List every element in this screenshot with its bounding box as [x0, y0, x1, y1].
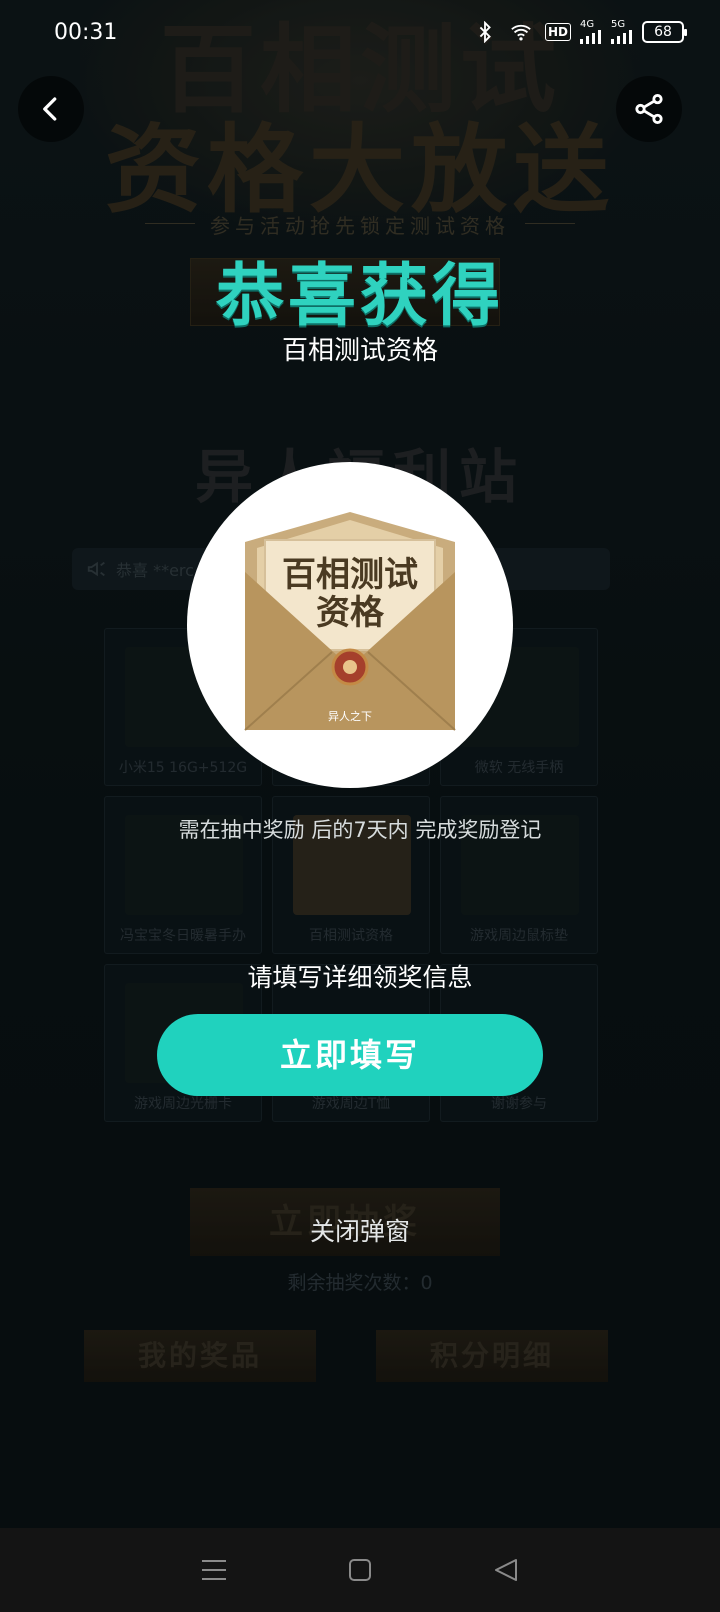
bluetooth-icon — [479, 21, 491, 43]
signal-4g: 4G — [580, 20, 602, 44]
fill-now-button[interactable]: 立即填写 — [157, 1014, 543, 1096]
envelope-text-line2: 资格 — [316, 593, 385, 633]
battery-indicator: 68 — [642, 21, 687, 43]
net1-label: 4G — [580, 19, 595, 30]
menu-icon — [202, 1560, 226, 1580]
system-nav-bar — [0, 1528, 720, 1612]
menu-nav-button[interactable] — [200, 1556, 228, 1584]
status-time: 00:31 — [54, 19, 118, 45]
fill-info-tip: 请填写详细领奖信息 — [247, 963, 473, 992]
status-icons: HD 4G 5G 68 — [473, 20, 687, 44]
wifi-icon — [511, 24, 531, 41]
modal-title: 恭喜获得 — [215, 257, 504, 336]
claim-notice: 需在抽中奖励 后的7天内 完成奖励登记 — [178, 818, 542, 842]
share-icon — [635, 93, 663, 125]
signal-bars-icon — [611, 30, 632, 44]
back-triangle-icon — [495, 1559, 517, 1581]
signal-5g: 5G — [611, 20, 633, 44]
prize-image-circle: 百相测试 资格 异人之下 — [187, 462, 513, 788]
envelope-icon: 百相测试 资格 异人之下 — [244, 512, 456, 731]
modal-prize-name: 百相测试资格 — [281, 336, 438, 366]
home-square-icon — [349, 1559, 371, 1581]
home-nav-button[interactable] — [346, 1556, 374, 1584]
signal-bars-icon — [580, 30, 601, 44]
share-button[interactable] — [616, 76, 682, 142]
envelope-seal-text: 异人之下 — [328, 709, 372, 723]
envelope-text-line1: 百相测试 — [282, 555, 418, 595]
back-button[interactable] — [18, 76, 84, 142]
close-modal-button[interactable]: 关闭弹窗 — [0, 1212, 720, 1248]
chevron-left-icon — [43, 97, 57, 121]
status-bar: 00:31 HD 4G 5G 68 — [0, 0, 720, 64]
back-nav-button[interactable] — [492, 1556, 520, 1584]
net2-label: 5G — [611, 19, 626, 30]
hd-badge: HD — [544, 23, 571, 41]
